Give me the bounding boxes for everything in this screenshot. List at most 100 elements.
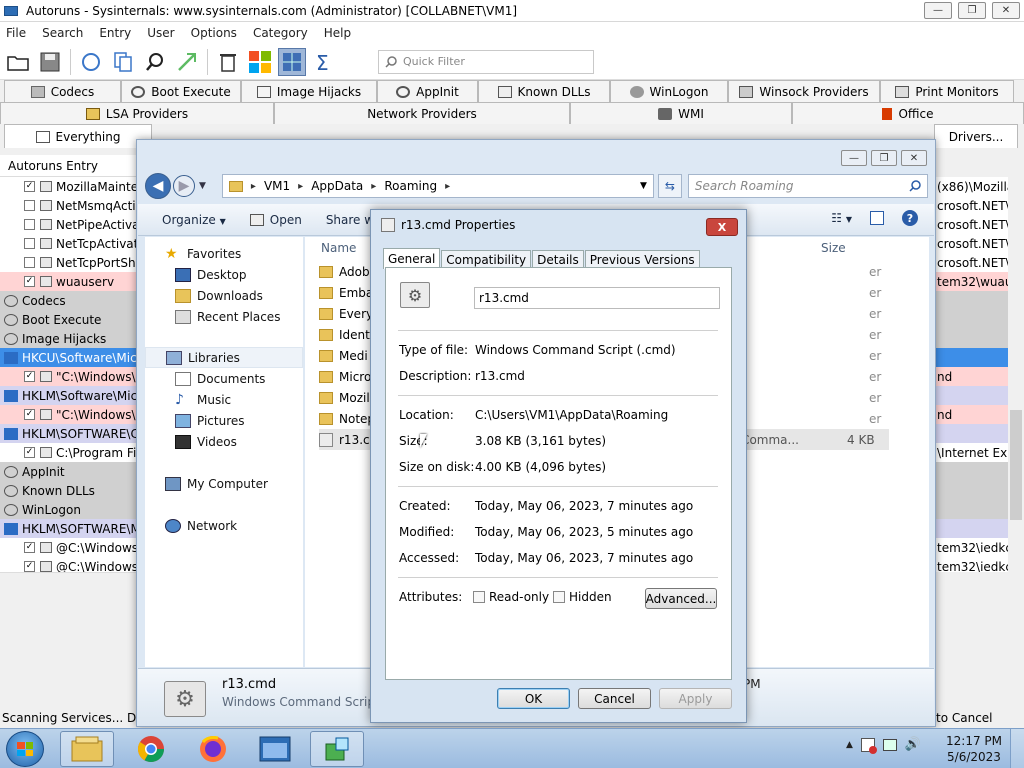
jump-icon[interactable] [173, 48, 201, 76]
autorun-entry-row[interactable]: NetMsmqActivator [0, 196, 140, 215]
entry-checkbox[interactable] [24, 200, 35, 211]
refresh-button[interactable]: ⇆ [657, 174, 682, 198]
grid-icon[interactable] [278, 47, 306, 76]
explorer-minimize-button[interactable]: — [841, 150, 867, 166]
entry-checkbox[interactable]: ✓ [24, 181, 35, 192]
entry-checkbox[interactable]: ✓ [24, 447, 35, 458]
save-icon[interactable] [36, 48, 64, 76]
entry-checkbox[interactable]: ✓ [24, 561, 35, 572]
autorun-entry-row[interactable]: ✓ @C:\Windows\ [0, 538, 140, 557]
registry-key-row[interactable]: HKLM\SOFTWARE\Microsoft [0, 519, 140, 538]
explorer-maximize-button[interactable]: ❐ [871, 150, 897, 166]
taskbar-firefox[interactable] [186, 731, 240, 767]
tab-winsock-providers[interactable]: Winsock Providers [728, 80, 880, 102]
autorun-entry-row[interactable]: ✓ "C:\Windows\r [0, 367, 140, 386]
help-icon[interactable]: ? [902, 210, 918, 226]
action-center-flag-icon[interactable] [860, 737, 877, 754]
breadcrumb-roaming[interactable]: Roaming [384, 179, 437, 193]
preview-pane-icon[interactable] [870, 211, 884, 225]
chevron-right-icon[interactable]: ▸ [445, 181, 450, 192]
tab-drivers[interactable]: Drivers... [934, 124, 1018, 148]
minimize-button[interactable]: — [924, 2, 952, 19]
ok-button[interactable]: OK [497, 688, 570, 709]
autorun-entry-row[interactable]: ✓ "C:\Windows\r [0, 405, 140, 424]
entry-checkbox[interactable] [24, 257, 35, 268]
nav-my-computer[interactable]: My Computer [145, 473, 303, 494]
filename-field[interactable]: r13.cmd [474, 287, 720, 309]
apply-button[interactable]: Apply [659, 688, 732, 709]
nav-network[interactable]: Network [145, 515, 303, 536]
nav-pictures[interactable]: Pictures [145, 410, 303, 431]
explorer-close-button[interactable]: ✕ [901, 150, 927, 166]
category-group-row[interactable]: Codecs [0, 291, 140, 310]
taskbar-chrome[interactable] [124, 731, 178, 767]
close-button[interactable]: ✕ [992, 2, 1020, 19]
breadcrumb-vm1[interactable]: VM1 [264, 179, 290, 193]
vertical-scrollbar[interactable] [1008, 155, 1024, 585]
chevron-right-icon[interactable]: ▸ [251, 181, 256, 192]
taskbar-explorer[interactable] [60, 731, 114, 767]
menu-options[interactable]: Options [191, 26, 237, 40]
horizontal-scrollbar[interactable] [0, 572, 140, 586]
registry-key-row[interactable]: HKLM\SOFTWARE\Classes [0, 424, 140, 443]
autorun-entry-row[interactable]: NetTcpActivator [0, 234, 140, 253]
volume-icon[interactable]: 🔊 [905, 737, 921, 752]
checkbox-box[interactable] [473, 591, 485, 603]
autorun-entry-row[interactable]: NetPipeActivator [0, 215, 140, 234]
category-group-row[interactable]: Boot Execute [0, 310, 140, 329]
organize-button[interactable]: Organize ▼ [162, 213, 226, 227]
nav-music[interactable]: ♪ Music [145, 389, 303, 410]
network-tray-icon[interactable] [882, 738, 897, 751]
view-options-icon[interactable]: ☷ ▼ [831, 211, 852, 225]
chevron-right-icon[interactable]: ▸ [371, 181, 376, 192]
category-group-row[interactable]: Image Hijacks [0, 329, 140, 348]
entry-checkbox[interactable]: ✓ [24, 371, 35, 382]
entry-checkbox[interactable] [24, 238, 35, 249]
tab-wmi[interactable]: WMI [570, 102, 792, 124]
start-button[interactable] [6, 731, 44, 767]
show-desktop-button[interactable] [1010, 729, 1024, 768]
taskbar-autoruns[interactable] [310, 731, 364, 767]
nav-libraries[interactable]: Libraries [145, 347, 303, 368]
tab-everything[interactable]: Everything [4, 124, 152, 148]
tab-boot-execute[interactable]: Boot Execute [121, 80, 241, 102]
autorun-entry-row[interactable]: ✓ MozillaMaintenanceService [0, 177, 140, 196]
autoruns-entry-list[interactable]: ✓ MozillaMaintenanceService NetMsmqActivat… [0, 177, 140, 572]
tab-network-providers[interactable]: Network Providers [274, 102, 570, 124]
open-folder-icon[interactable] [4, 48, 32, 76]
taskbar-clock[interactable]: 12:17 PM 5/6/2023 [946, 733, 1002, 765]
nav-documents[interactable]: Documents [145, 368, 303, 389]
checkbox-box[interactable] [553, 591, 565, 603]
menu-user[interactable]: User [147, 26, 174, 40]
read-only-checkbox[interactable]: Read-only [473, 590, 549, 604]
address-dropdown-icon[interactable]: ▼ [640, 181, 647, 191]
menu-category[interactable]: Category [253, 26, 308, 40]
sigma-icon[interactable]: Σ [310, 48, 338, 76]
chevron-right-icon[interactable]: ▸ [298, 181, 303, 192]
open-button[interactable]: Open [249, 213, 302, 227]
copy-icon[interactable] [109, 48, 137, 76]
nav-videos[interactable]: Videos [145, 431, 303, 452]
find-icon[interactable] [141, 48, 169, 76]
delete-icon[interactable] [214, 48, 242, 76]
forward-button[interactable]: ▶ [173, 175, 195, 197]
search-roaming-input[interactable]: Search Roaming [687, 174, 928, 198]
nav-downloads[interactable]: Downloads [145, 285, 303, 306]
share-with-button[interactable]: Share w [326, 213, 374, 227]
autorun-entry-row[interactable]: ✓ C:\Program Files [0, 443, 140, 462]
maximize-button[interactable]: ❐ [958, 2, 986, 19]
nav-recent-places[interactable]: Recent Places [145, 306, 303, 327]
menu-entry[interactable]: Entry [99, 26, 131, 40]
address-bar[interactable]: ▸ VM1 ▸ AppData ▸ Roaming ▸ ▼ [221, 174, 654, 198]
tab-image-hijacks[interactable]: Image Hijacks [241, 80, 377, 102]
windows-logo-icon[interactable] [246, 48, 274, 76]
advanced-button[interactable]: Advanced... [645, 588, 717, 609]
menu-search[interactable]: Search [42, 26, 83, 40]
properties-close-button[interactable]: X [706, 218, 738, 236]
entry-checkbox[interactable]: ✓ [24, 542, 35, 553]
tab-general[interactable]: General [383, 248, 441, 269]
column-header-name[interactable]: Name [321, 237, 356, 259]
hidden-checkbox[interactable]: Hidden [553, 590, 612, 604]
show-hidden-icons-icon[interactable]: ▲ [846, 740, 853, 750]
refresh-icon[interactable] [77, 48, 105, 76]
